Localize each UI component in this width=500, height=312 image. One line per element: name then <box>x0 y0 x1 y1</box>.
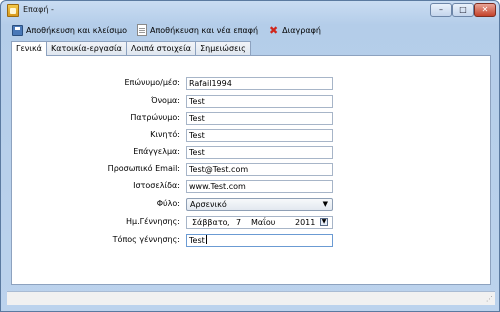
save-and-new-button[interactable]: Αποθήκευση και νέα επαφή <box>134 23 261 37</box>
birthdate-picker[interactable]: Σάββατο , 7 Μαΐου 2011 ▼ <box>186 216 333 229</box>
gender-row: Φύλο: Αρσενικό ▼ <box>12 198 490 211</box>
resize-grip-icon[interactable]: ⋰ <box>486 295 493 303</box>
name-label: Όνομα: <box>151 96 180 105</box>
tab-general[interactable]: Γενικά <box>11 41 47 56</box>
floppy-disk-icon <box>12 24 23 36</box>
birthdate-day[interactable]: 7 <box>236 217 241 228</box>
website-field[interactable]: www.Test.com <box>186 180 333 193</box>
mobile-row: Κινητό: Test <box>12 129 490 142</box>
surname-label: Επώνυμο/μέσ: <box>124 78 180 87</box>
father-name-field[interactable]: Test <box>186 112 333 125</box>
website-row: Ιστοσελίδα: www.Test.com <box>12 180 490 193</box>
chevron-down-icon: ▼ <box>321 218 327 225</box>
name-row: Όνομα: Test <box>12 95 490 108</box>
birthplace-value: Test <box>189 236 205 245</box>
toolbar: Αποθήκευση και κλείσιμο Αποθήκευση και ν… <box>7 21 495 39</box>
contact-window: Επαφή - – □ ✕ Αποθήκευση και κλείσιμο Απ… <box>0 0 500 312</box>
save-and-new-label: Αποθήκευση και νέα επαφή <box>149 25 259 35</box>
profession-row: Επάγγελμα: Test <box>12 146 490 159</box>
save-and-close-label: Αποθήκευση και κλείσιμο <box>26 25 127 35</box>
tab-notes[interactable]: Σημειώσεις <box>196 41 251 55</box>
maximize-button[interactable]: □ <box>452 3 474 17</box>
delete-button[interactable]: ✖ Διαγραφή <box>265 24 324 37</box>
text-caret <box>205 235 207 244</box>
email-row: Προσωπικό Email: Test@Test.com <box>12 163 490 176</box>
birthdate-separator: , <box>227 218 230 227</box>
name-field[interactable]: Test <box>186 95 333 108</box>
gender-dropdown[interactable]: Αρσενικό ▼ <box>186 198 333 211</box>
status-bar: ⋰ <box>7 291 495 305</box>
chevron-down-icon[interactable]: ▼ <box>323 199 328 210</box>
website-label: Ιστοσελίδα: <box>133 181 180 190</box>
calendar-dropdown-button[interactable]: ▼ <box>317 218 331 228</box>
gender-label: Φύλο: <box>156 199 180 208</box>
save-and-close-button[interactable]: Αποθήκευση και κλείσιμο <box>9 24 130 37</box>
birthdate-label: Ημ.Γέννησης: <box>126 217 180 226</box>
email-label: Προσωπικό Email: <box>107 164 180 173</box>
father-name-row: Πατρώνυμο: Test <box>12 112 490 125</box>
mobile-label: Κινητό: <box>150 130 180 139</box>
surname-field[interactable]: Rafail1994 <box>186 77 333 90</box>
birthplace-field[interactable]: Test <box>186 234 333 247</box>
tab-strip: Γενικά Κατοικία-εργασία Λοιπά στοιχεία Σ… <box>11 41 251 56</box>
birthplace-label: Τόπος γέννησης: <box>112 235 180 244</box>
profession-label: Επάγγελμα: <box>133 147 180 156</box>
window-title: Επαφή - <box>23 5 54 14</box>
general-tab-panel: Επώνυμο/μέσ: Rafail1994 Όνομα: Test Πατρ… <box>11 55 491 285</box>
title-bar[interactable]: Επαφή - – □ ✕ <box>1 1 499 21</box>
mobile-field[interactable]: Test <box>186 129 333 142</box>
profession-field[interactable]: Test <box>186 146 333 159</box>
birthdate-row: Ημ.Γέννησης: Σάββατο , 7 Μαΐου 2011 ▼ <box>12 216 490 229</box>
contact-book-icon <box>7 4 19 17</box>
email-field[interactable]: Test@Test.com <box>186 163 333 176</box>
red-x-icon: ✖ <box>268 23 279 37</box>
birthdate-month[interactable]: Μαΐου <box>251 217 275 228</box>
father-name-label: Πατρώνυμο: <box>130 113 180 122</box>
minimize-button[interactable]: – <box>430 3 452 17</box>
close-button[interactable]: ✕ <box>474 3 496 17</box>
gender-selected-value: Αρσενικό <box>190 200 227 209</box>
tab-other-details[interactable]: Λοιπά στοιχεία <box>126 41 197 55</box>
delete-label: Διαγραφή <box>282 25 321 35</box>
birthdate-year[interactable]: 2011 <box>295 217 315 228</box>
document-icon <box>136 24 147 36</box>
tab-residence-work[interactable]: Κατοικία-εργασία <box>46 41 127 55</box>
surname-row: Επώνυμο/μέσ: Rafail1994 <box>12 77 490 90</box>
birthplace-row: Τόπος γέννησης: Test <box>12 234 490 247</box>
birthdate-weekday[interactable]: Σάββατο <box>192 217 228 228</box>
